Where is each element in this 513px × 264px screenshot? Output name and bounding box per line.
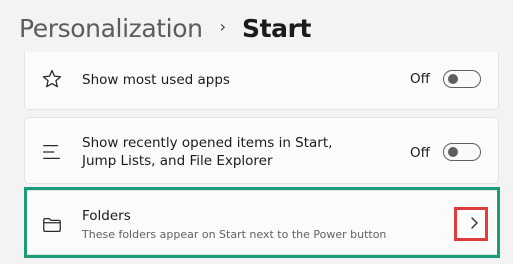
setting-folders[interactable]: Folders These folders appear on Start ne… <box>24 190 499 255</box>
setting-title: Show most used apps <box>82 72 230 88</box>
toggle-state-label: Off <box>410 145 430 161</box>
page-title: Start <box>241 13 312 43</box>
list-icon <box>43 144 60 160</box>
setting-show-most-used-apps: Show most used apps Off <box>24 52 499 110</box>
show-most-used-apps-toggle[interactable] <box>443 70 481 88</box>
setting-title: Folders <box>82 208 131 224</box>
setting-description: These folders appear on Start next to th… <box>82 228 387 241</box>
chevron-right-icon[interactable] <box>466 215 482 231</box>
breadcrumb-separator: › <box>219 16 226 36</box>
toggle-knob <box>448 74 458 84</box>
breadcrumb: Personalization › Start <box>19 8 311 48</box>
settings-page: Personalization › Start Show most used a… <box>0 0 513 264</box>
breadcrumb-personalization[interactable]: Personalization <box>19 14 203 43</box>
toggle-state-label: Off <box>410 71 430 87</box>
setting-show-recently-opened-items: Show recently opened items in Start, Jum… <box>24 117 499 184</box>
show-recently-opened-items-toggle[interactable] <box>443 143 481 161</box>
folder-icon <box>43 217 61 233</box>
star-icon <box>42 69 62 88</box>
setting-title: Show recently opened items in Start, Jum… <box>82 135 333 169</box>
toggle-knob <box>448 147 458 157</box>
